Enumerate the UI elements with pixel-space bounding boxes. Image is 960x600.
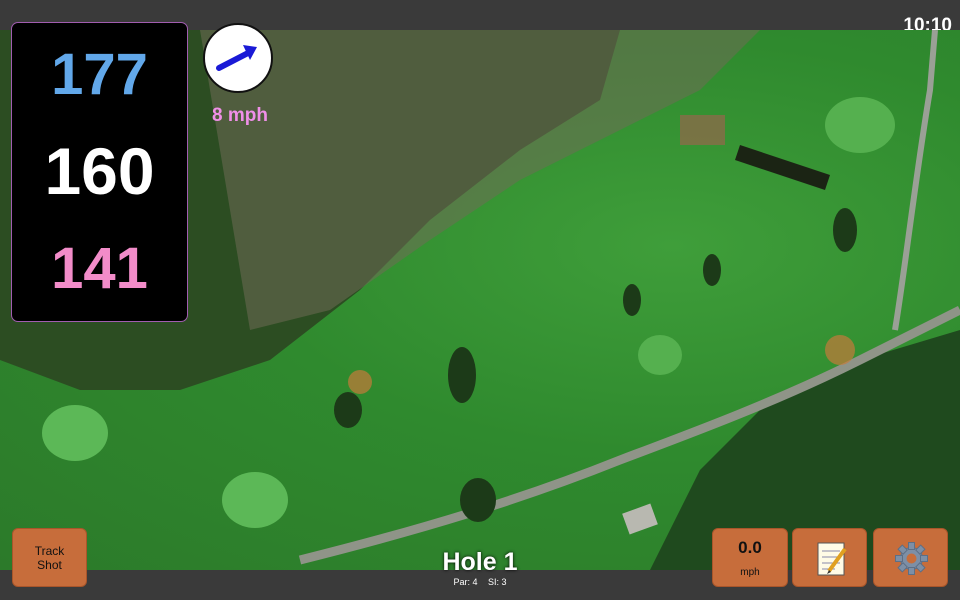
tree: [623, 284, 641, 316]
wind-button-unit: mph: [740, 567, 760, 578]
front-distance: 141: [51, 236, 148, 301]
tree: [833, 208, 857, 252]
hole-title: Hole 1: [442, 548, 518, 576]
gear-icon: [895, 542, 928, 575]
bunker: [680, 115, 725, 145]
settings-button[interactable]: [873, 528, 948, 587]
bare-trees-area: [200, 30, 760, 330]
hole-info: Par: 4 SI: 3: [380, 577, 580, 587]
tree: [448, 347, 476, 403]
back-distance: 177: [51, 42, 148, 107]
track-shot-label-line1: Track: [34, 543, 65, 558]
tree: [460, 478, 496, 522]
wind-speed-button[interactable]: 0.0 mph: [712, 528, 788, 587]
par-label: Par: 4: [453, 577, 478, 587]
wind-direction-arrow-icon: [216, 45, 257, 71]
tree-autumn: [348, 370, 372, 394]
track-shot-label-line2: Shot: [37, 557, 62, 572]
distance-panel: 177 160 141: [11, 22, 188, 322]
wind-direction-indicator: [203, 23, 273, 93]
green-west: [42, 405, 108, 461]
tree: [703, 254, 721, 286]
green-center: [638, 335, 682, 375]
wind-speed-label: 8 mph: [212, 105, 268, 126]
green-southwest: [222, 472, 288, 528]
notepad-icon: [817, 542, 847, 576]
middle-distance: 160: [44, 134, 155, 208]
wind-button-value: 0.0: [738, 538, 762, 557]
track-shot-button[interactable]: Track Shot: [12, 528, 87, 587]
hedge-row: [735, 145, 830, 190]
si-label: SI: 3: [488, 577, 507, 587]
tree: [334, 392, 362, 428]
tree-autumn: [825, 335, 855, 365]
cart-path-north: [892, 30, 938, 331]
clubhouse-building: [622, 503, 658, 535]
green-northeast: [825, 97, 895, 153]
scorecard-notes-button[interactable]: [792, 528, 867, 587]
